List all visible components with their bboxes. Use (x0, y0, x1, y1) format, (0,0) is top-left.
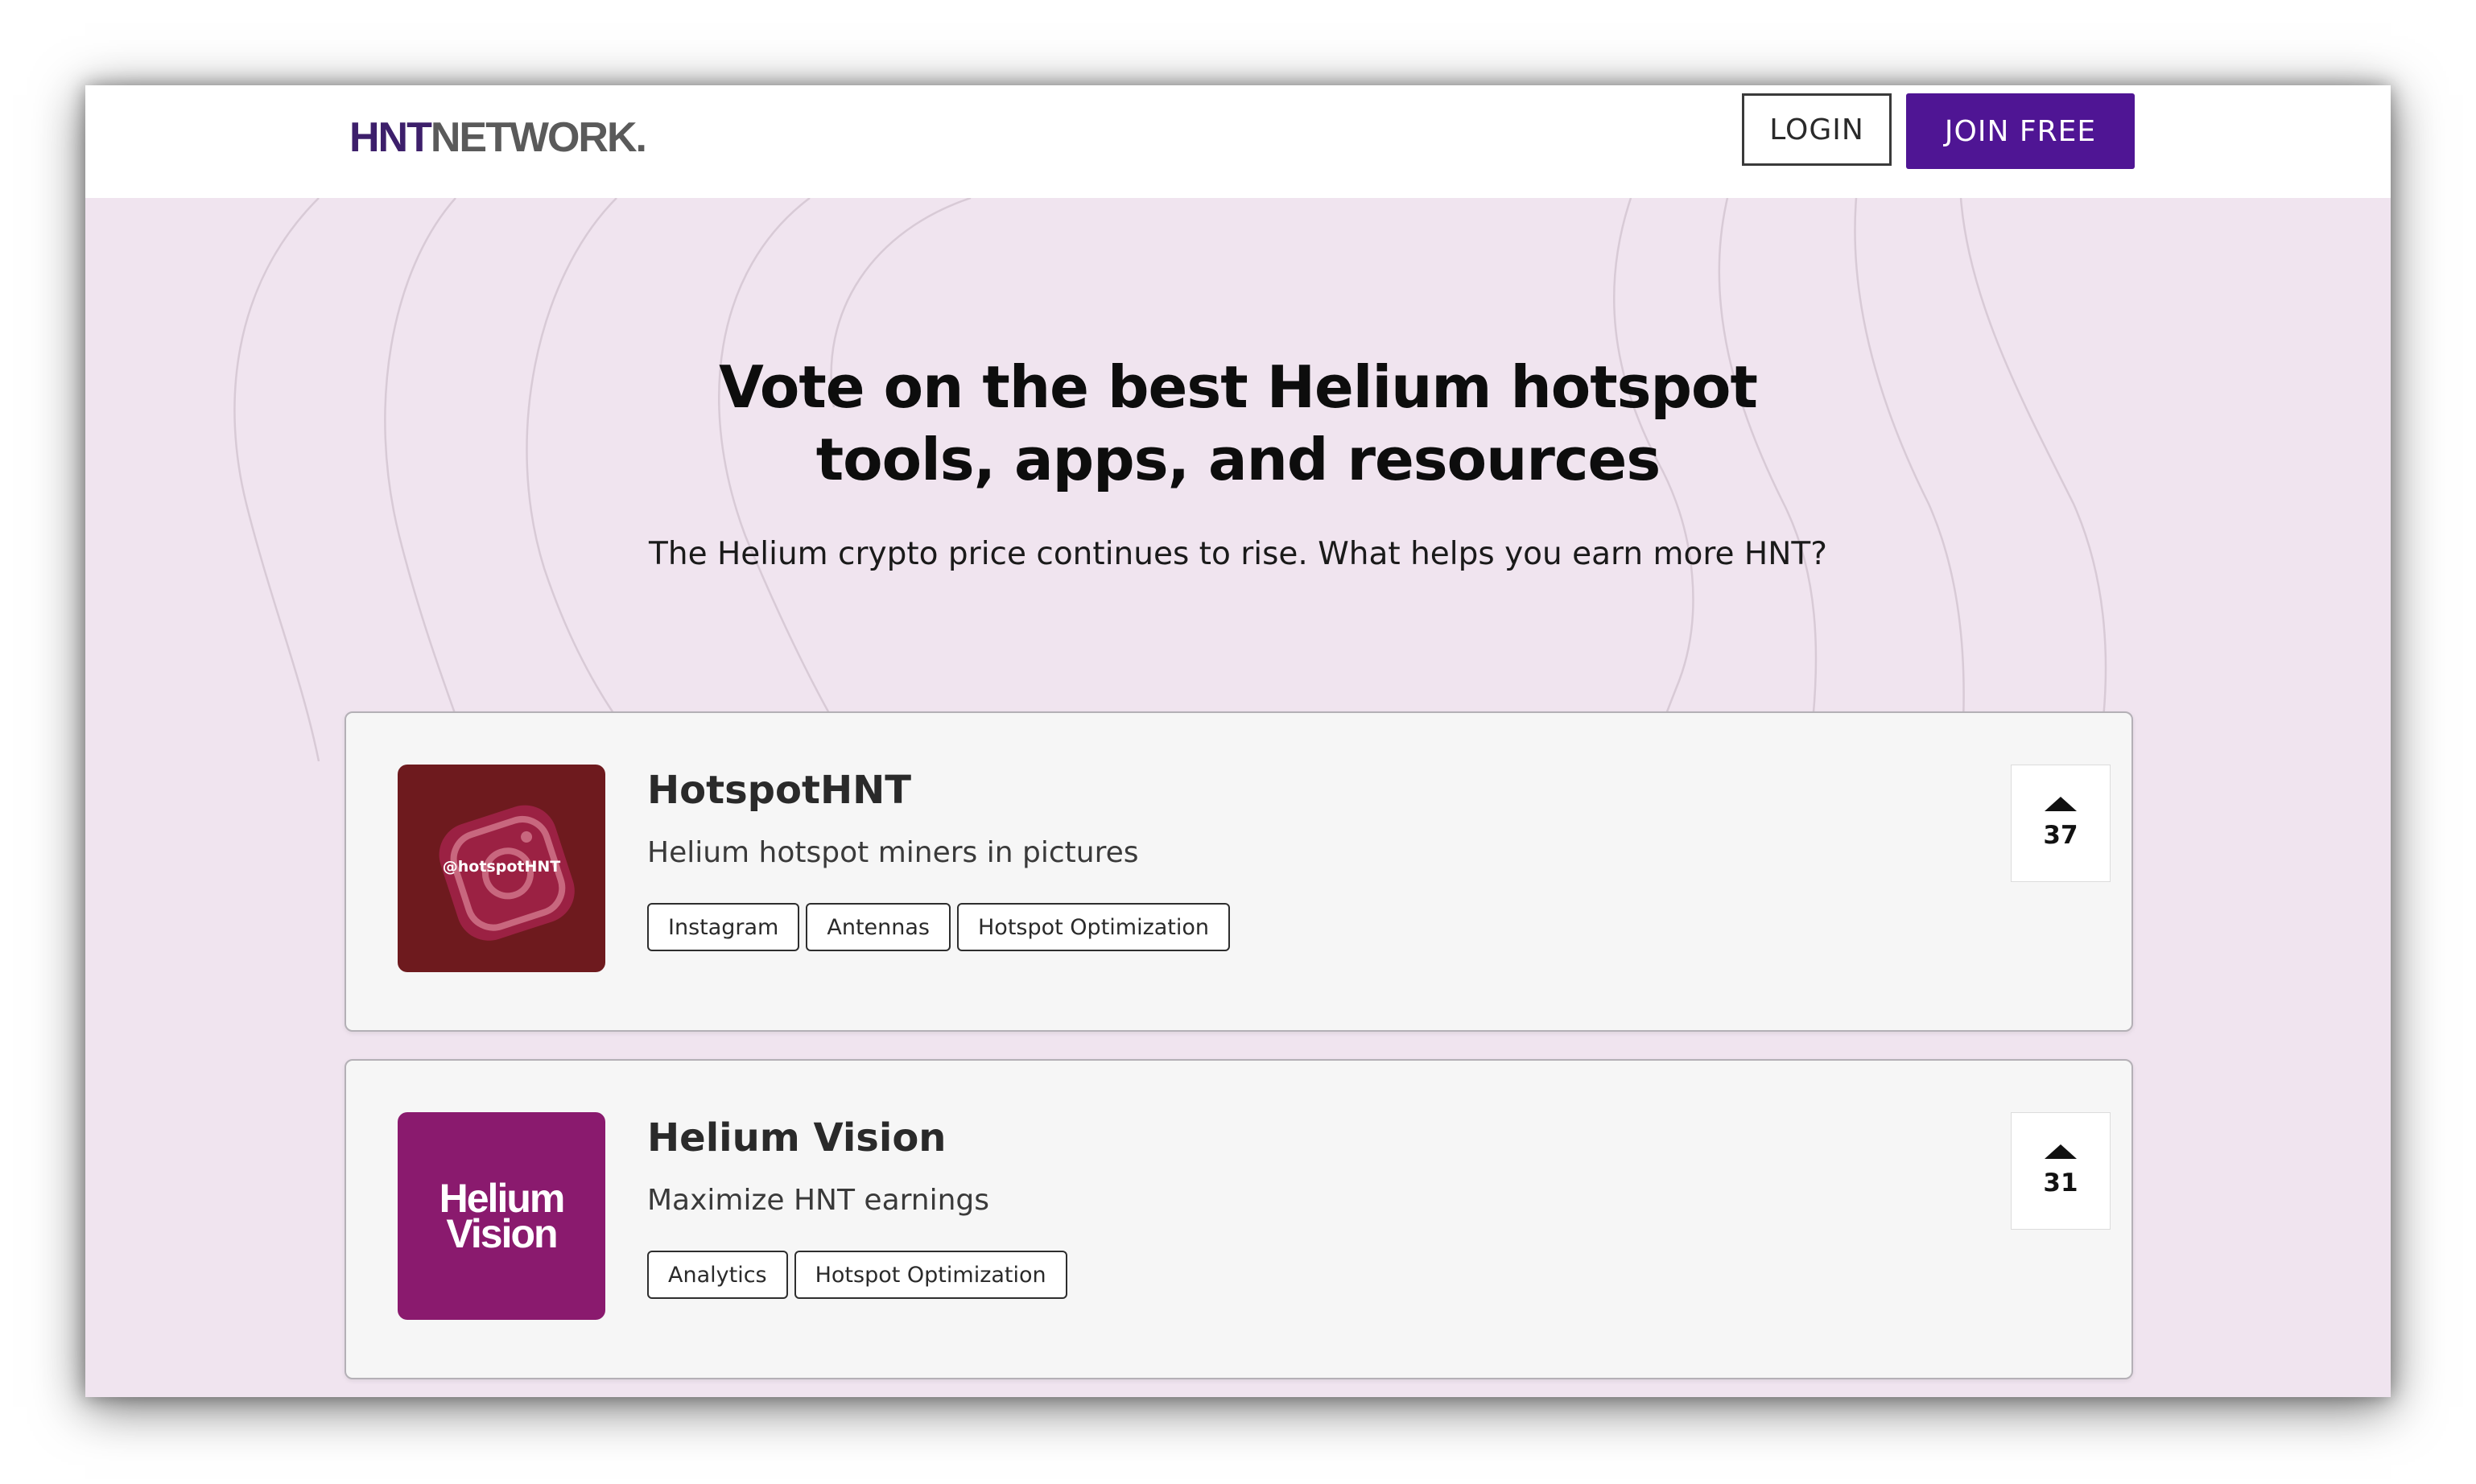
vote-count: 37 (2043, 821, 2078, 850)
triangle-up-icon (2045, 1144, 2077, 1159)
logo-text-dot: . (635, 114, 648, 161)
helium-vision-logo-text: Helium Vision (439, 1176, 566, 1256)
upvote-button[interactable]: 31 (2011, 1112, 2111, 1230)
browser-window: HNTNETWORK. LOGIN JOIN FREE Vote on the … (85, 85, 2391, 1397)
tag-hotspot-optimization[interactable]: Hotspot Optimization (794, 1251, 1067, 1299)
listing-tags: Analytics Hotspot Optimization (647, 1251, 1067, 1299)
logo-text-hnt: HNT (349, 114, 432, 161)
listing-title[interactable]: HotspotHNT (647, 765, 911, 816)
hero-title-text: Vote on the best Helium hotspot tools, a… (719, 353, 1758, 493)
tag-instagram[interactable]: Instagram (647, 903, 800, 951)
upvote-button[interactable]: 37 (2011, 765, 2111, 882)
listing-description: Helium hotspot miners in pictures (647, 836, 1139, 869)
thumbnail-handle-text: @hotspotHNT (442, 858, 561, 876)
triangle-up-icon (2045, 797, 2077, 811)
site-logo[interactable]: HNTNETWORK. (349, 109, 648, 166)
tag-antennas[interactable]: Antennas (806, 903, 951, 951)
listing-description: Maximize HNT earnings (647, 1184, 990, 1217)
vote-count: 31 (2043, 1169, 2078, 1198)
tag-hotspot-optimization[interactable]: Hotspot Optimization (957, 903, 1231, 951)
tag-analytics[interactable]: Analytics (647, 1251, 788, 1299)
listing-thumbnail[interactable]: @hotspotHNT (398, 765, 605, 972)
login-button[interactable]: LOGIN (1742, 93, 1892, 166)
listing-card[interactable]: @hotspotHNT HotspotHNT Helium hotspot mi… (345, 711, 2133, 1032)
logo-text-network: NETWORK (430, 114, 638, 161)
listing-card[interactable]: Helium Vision Helium Vision Maximize HNT… (345, 1059, 2133, 1379)
listing-title[interactable]: Helium Vision (647, 1112, 946, 1164)
listing-thumbnail[interactable]: Helium Vision (398, 1112, 605, 1320)
hero-title: Vote on the best Helium hotspot tools, a… (85, 351, 2391, 496)
listing-tags: Instagram Antennas Hotspot Optimization (647, 903, 1231, 951)
join-free-button[interactable]: JOIN FREE (1906, 93, 2135, 169)
hero-subtitle: The Helium crypto price continues to ris… (649, 536, 1827, 572)
site-header: HNTNETWORK. LOGIN JOIN FREE (85, 85, 2391, 198)
